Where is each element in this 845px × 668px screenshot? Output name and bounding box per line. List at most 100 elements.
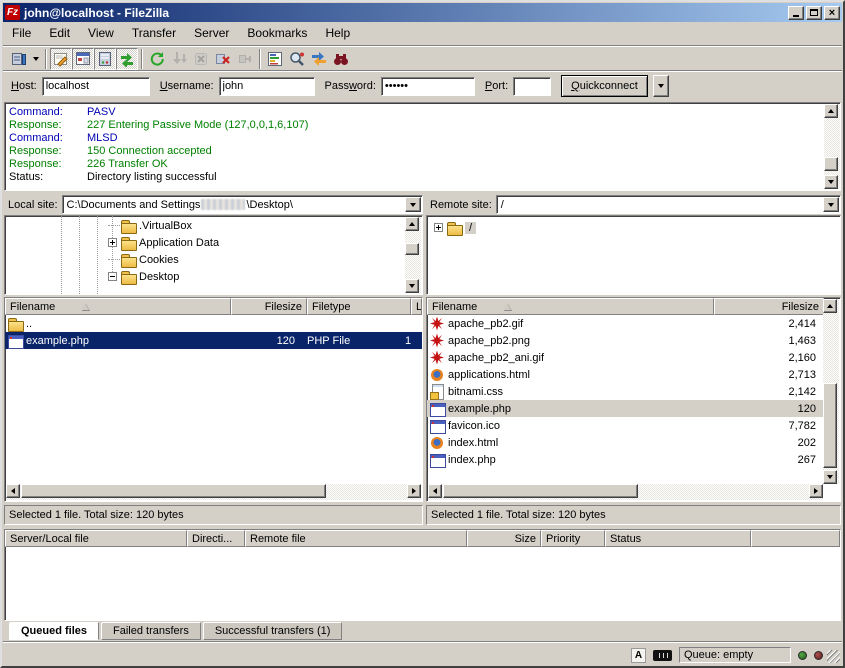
menu-edit[interactable]: Edit xyxy=(40,24,79,42)
disconnect-button[interactable] xyxy=(212,48,234,70)
remote-horizontal-scrollbar[interactable] xyxy=(428,484,823,500)
toggle-message-log-button[interactable] xyxy=(50,48,72,70)
site-manager-icon xyxy=(11,51,27,67)
quickconnect-dropdown[interactable] xyxy=(653,75,669,97)
menu-transfer[interactable]: Transfer xyxy=(123,24,185,42)
remote-directory-tree: / xyxy=(426,215,841,295)
local-directory-tree: .VirtualBox Application Data Cookies Des… xyxy=(4,215,423,295)
tab-failed-transfers[interactable]: Failed transfers xyxy=(101,622,201,640)
scrollbar-thumb[interactable] xyxy=(21,484,326,498)
toggle-local-tree-button[interactable] xyxy=(72,48,94,70)
password-input[interactable] xyxy=(381,77,475,96)
column-header-filetype[interactable]: Filetype xyxy=(307,298,411,315)
chevron-down-icon xyxy=(33,57,39,61)
scrollbar-thumb[interactable] xyxy=(824,157,838,171)
column-header-server-local-file[interactable]: Server/Local file xyxy=(5,530,187,547)
column-header-status[interactable]: Status xyxy=(605,530,751,547)
tab-successful-transfers[interactable]: Successful transfers (1) xyxy=(203,622,343,640)
speed-limit-icon[interactable] xyxy=(653,650,672,661)
username-input[interactable] xyxy=(219,77,315,96)
local-horizontal-scrollbar[interactable] xyxy=(6,484,421,500)
scrollbar-thumb[interactable] xyxy=(443,484,638,498)
scroll-up-icon xyxy=(409,222,415,226)
remote-vertical-scrollbar[interactable] xyxy=(823,299,839,484)
file-row[interactable]: index.html202 xyxy=(427,434,824,451)
quickconnect-bar: Host: Username: Password: Port: Quickcon… xyxy=(4,72,841,100)
menu-server[interactable]: Server xyxy=(185,24,238,42)
column-header-priority[interactable]: Priority xyxy=(541,530,605,547)
tree-item-virtualbox[interactable]: .VirtualBox xyxy=(5,217,422,234)
toggle-remote-tree-button[interactable] xyxy=(94,48,116,70)
app-icon[interactable]: Fz xyxy=(5,5,20,20)
local-site-combobox[interactable]: C:\Documents and Settings\Desktop\ xyxy=(62,195,423,214)
column-header-filesize[interactable]: Filesize xyxy=(231,298,307,315)
column-header-remote-file[interactable]: Remote file xyxy=(245,530,467,547)
file-row[interactable]: applications.html2,713 xyxy=(427,366,824,383)
menu-view[interactable]: View xyxy=(79,24,123,42)
file-row[interactable]: bitnami.css2,142 xyxy=(427,383,824,400)
site-manager-dropdown[interactable] xyxy=(30,48,42,70)
file-row[interactable]: favicon.ico7,782 xyxy=(427,417,824,434)
log-scrollbar[interactable] xyxy=(824,104,840,189)
compare-directories-button[interactable] xyxy=(286,48,308,70)
file-row[interactable]: apache_pb2.png1,463 xyxy=(427,332,824,349)
column-header-filename[interactable]: Filename xyxy=(427,298,714,315)
file-row[interactable]: index.php267 xyxy=(427,451,824,468)
username-label: Username: xyxy=(160,80,214,92)
menu-file[interactable]: File xyxy=(3,24,40,42)
scrollbar-thumb[interactable] xyxy=(823,383,837,468)
tree-item-root[interactable]: / xyxy=(427,219,840,236)
column-header-last-modified[interactable]: L xyxy=(411,298,422,315)
html-file-icon xyxy=(429,367,446,383)
quickconnect-button[interactable]: Quickconnect xyxy=(561,75,648,97)
activity-led-green xyxy=(798,651,807,660)
expand-icon[interactable] xyxy=(434,223,443,232)
scrollbar-thumb[interactable] xyxy=(405,243,419,255)
data-type-indicator-icon[interactable]: A xyxy=(631,648,646,663)
tab-queued-files[interactable]: Queued files xyxy=(9,622,99,640)
column-header-filename[interactable]: Filename xyxy=(5,298,231,315)
toolbar-separator xyxy=(141,49,143,69)
column-header-filesize[interactable]: Filesize xyxy=(714,298,824,315)
tree-item-application-data[interactable]: Application Data xyxy=(5,234,422,251)
host-input[interactable] xyxy=(42,77,150,96)
file-row[interactable]: apache_pb2_ani.gif2,160 xyxy=(427,349,824,366)
file-row-example-php[interactable]: example.php 120 PHP File 1 xyxy=(5,332,422,349)
synchronized-browsing-button[interactable] xyxy=(308,48,330,70)
file-row[interactable]: apache_pb2.gif2,414 xyxy=(427,315,824,332)
refresh-button[interactable] xyxy=(146,48,168,70)
file-row-parent-dir[interactable]: .. xyxy=(5,315,422,332)
port-input[interactable] xyxy=(513,77,551,96)
menu-bar: File Edit View Transfer Server Bookmarks… xyxy=(3,23,842,43)
expand-icon[interactable] xyxy=(108,238,117,247)
resize-grip[interactable] xyxy=(827,650,840,663)
cancel-button[interactable] xyxy=(190,48,212,70)
minimize-button[interactable] xyxy=(788,6,804,20)
menu-help[interactable]: Help xyxy=(316,24,359,42)
tree-item-cookies[interactable]: Cookies xyxy=(5,251,422,268)
process-queue-icon xyxy=(171,51,187,67)
title-bar: Fz john@localhost - FileZilla × xyxy=(3,3,842,22)
process-queue-button[interactable] xyxy=(168,48,190,70)
tree-item-desktop[interactable]: Desktop xyxy=(5,268,422,285)
collapse-icon[interactable] xyxy=(108,272,117,281)
menu-bookmarks[interactable]: Bookmarks xyxy=(238,24,316,42)
filter-button[interactable] xyxy=(264,48,286,70)
folder-icon xyxy=(120,252,137,268)
remote-site-dropdown[interactable] xyxy=(823,197,839,212)
reconnect-button[interactable] xyxy=(234,48,256,70)
file-row-selected[interactable]: example.php120 xyxy=(427,400,824,417)
remote-site-combobox[interactable]: / xyxy=(496,195,841,214)
local-tree-scrollbar[interactable] xyxy=(405,217,421,293)
close-button[interactable]: × xyxy=(824,6,840,20)
site-manager-button[interactable] xyxy=(8,48,30,70)
find-files-button[interactable] xyxy=(330,48,352,70)
folder-icon xyxy=(120,269,137,285)
column-header-direction[interactable]: Directi... xyxy=(187,530,245,547)
remote-site-label: Remote site: xyxy=(430,199,492,211)
column-header-size[interactable]: Size xyxy=(467,530,541,547)
maximize-button[interactable] xyxy=(806,6,822,20)
toggle-queue-button[interactable] xyxy=(116,48,138,70)
local-site-dropdown[interactable] xyxy=(405,197,421,212)
remote-path: / xyxy=(501,199,504,211)
